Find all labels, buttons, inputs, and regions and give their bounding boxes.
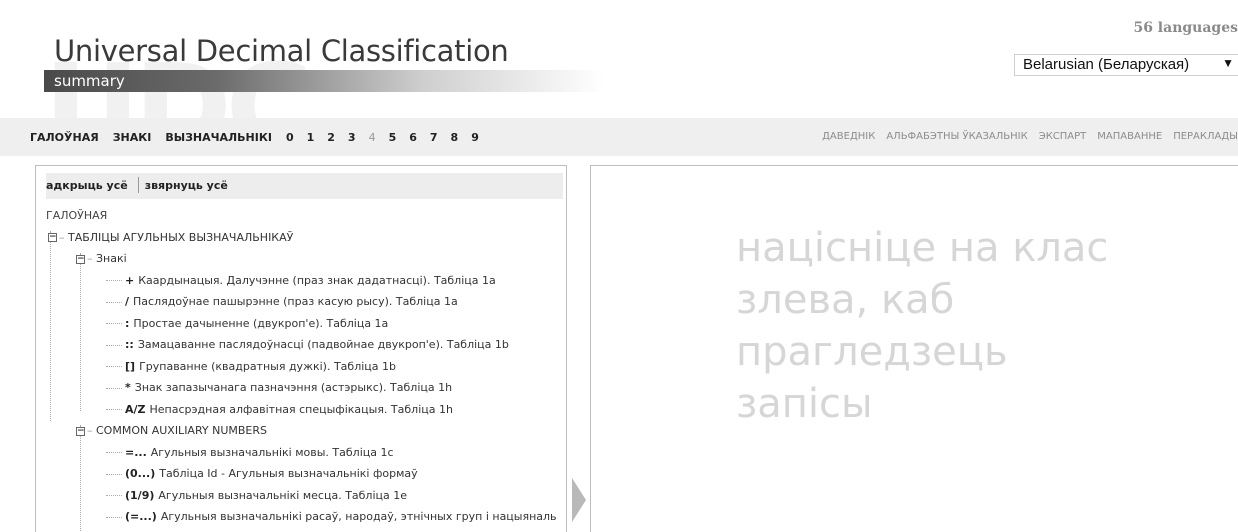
tree-leaf[interactable]: / Паслядоўнае пашырэнне (праз касую рысу)… [46, 291, 566, 313]
nav-item-6[interactable]: 3 [348, 131, 356, 144]
nav-item-8[interactable]: 5 [389, 131, 397, 144]
tree-leaf-label: Агульныя вызначальнікі мовы. Табліца 1c [150, 445, 394, 459]
nav-item-2[interactable]: ВЫЗНАЧАЛЬНІКІ [165, 131, 272, 144]
tree-leaf-label: Замацаванне паслядоўнасці (падвойнае дву… [137, 338, 509, 351]
main-nav: ГАЛОЎНАЯ ЗНАКІ ВЫЗНАЧАЛЬНІКІ 0 1 2 3 4 5 6 7 8 9 ДАВ… [0, 118, 1238, 156]
nav-item-12[interactable]: 9 [471, 131, 479, 144]
tree-node-signs[interactable]: − – Знакі [46, 248, 566, 270]
toolbar-divider [137, 176, 139, 193]
tree-leaf-symbol: (=...) [125, 510, 157, 523]
tree-leaf-symbol: / [125, 295, 130, 308]
page-subtitle: summary [54, 72, 125, 90]
tree-connector [106, 516, 122, 518]
nav-item-10[interactable]: 7 [430, 131, 438, 144]
collapse-icon[interactable]: − [76, 254, 85, 264]
tree-leaf[interactable]: [] Групаванне (квадратныя дужкі). Табліца… [46, 356, 566, 378]
tree-leaf-symbol: :: [125, 338, 134, 351]
nav-item-11[interactable]: 8 [451, 131, 459, 144]
tree-leaf-symbol: : [125, 316, 130, 330]
tree-connector [106, 366, 122, 367]
record-content-panel: націсніце на клас злева, каб прагледзець… [590, 165, 1238, 532]
language-select[interactable]: Belarusian (Беларуская) ▼ [1014, 54, 1238, 76]
tree-leaf-label: Групаванне (квадратныя дужкі). Табліца 1… [139, 359, 396, 373]
tree-connector [106, 473, 122, 475]
nav-left: ГАЛОЎНАЯ ЗНАКІ ВЫЗНАЧАЛЬНІКІ 0 1 2 3 4 5 6 7 8 9 [30, 131, 492, 144]
tree-leaf-symbol: * [125, 381, 131, 394]
header: UDC Universal Decimal Classification sum… [0, 0, 1238, 118]
tree-leaf[interactable]: (=...) Агульныя вызначальнікі расаў, наро… [46, 506, 566, 528]
classification-tree: ГАЛОЎНАЯ − – ТАБЛІЦЫ АГУЛЬНЫХ ВЫЗНАЧАЛЬНІ… [46, 205, 566, 532]
nav-link-2[interactable]: ЭКСПАРТ [1039, 131, 1087, 142]
nav-item-1[interactable]: ЗНАКІ [113, 131, 152, 144]
collapse-icon[interactable]: − [76, 426, 85, 436]
tree-leaf-symbol: A/Z [125, 402, 146, 416]
nav-link-0[interactable]: ДАВЕДНІК [822, 131, 875, 142]
tree-leaf-symbol: =... [125, 445, 147, 459]
tree-leaf[interactable]: A/Z Непасрэдная алфавітная спецыфікацыя. … [46, 399, 566, 421]
tree-leaf-symbol: + [125, 273, 135, 287]
collapse-icon[interactable]: − [48, 233, 57, 242]
dropdown-arrow-icon: ▼ [1222, 56, 1234, 70]
tree-node-label: COMMON AUXILIARY NUMBERS [96, 424, 268, 437]
expand-all-button[interactable]: адкрыць усё [46, 179, 134, 192]
languages-count: 56 languages [1133, 20, 1238, 36]
tree-leaf[interactable]: * Знак запазычанага пазначэння (астэрыкс)… [46, 377, 566, 399]
tree-node-auxiliary-tables[interactable]: − – ТАБЛІЦЫ АГУЛЬНЫХ ВЫЗНАЧАЛЬНІКАЎ [46, 227, 566, 249]
tree-connector: – [87, 424, 93, 437]
nav-item-0[interactable]: ГАЛОЎНАЯ [30, 131, 99, 144]
classification-tree-panel: адкрыць усё звярнуць усё ГАЛОЎНАЯ − – ТАБЛ… [35, 165, 567, 532]
tree-connector [106, 452, 122, 453]
tree-connector [106, 301, 122, 303]
tree-root[interactable]: ГАЛОЎНАЯ [46, 205, 566, 227]
nav-item-9[interactable]: 6 [409, 131, 417, 144]
tree-connector [106, 409, 122, 410]
tree-leaf-symbol: (0...) [125, 467, 156, 480]
collapse-all-button[interactable]: звярнуць усё [145, 179, 234, 192]
tree-connector [106, 323, 122, 324]
tree-connector: – [87, 252, 93, 265]
tree-leaf-label: Агульныя вызначальнікі расаў, народаў, э… [160, 510, 557, 523]
tree-leaf-label: Табліца Id - Агульныя вызначальнікі форм… [159, 467, 418, 480]
tree-leaf-label: Простае дачыненне (двукроп'е). Табліца 1… [133, 316, 389, 330]
tree-leaf-label: Агульныя вызначальнікі месца. Табліца 1e [158, 488, 408, 502]
tree-leaf[interactable]: + Каардынацыя. Далучэнне (праз знак дадат… [46, 270, 566, 292]
subtitle-bar: summary [44, 70, 604, 92]
tree-connector [106, 495, 122, 496]
nav-item-4[interactable]: 1 [307, 131, 315, 144]
content-hint: націсніце на клас злева, каб прагледзець… [736, 225, 1109, 427]
tree-leaf-label: Каардынацыя. Далучэнне (праз знак дадатн… [138, 273, 496, 287]
signs-list: + Каардынацыя. Далучэнне (праз знак дадат… [46, 270, 566, 421]
panel-arrow-icon [572, 478, 586, 522]
tree-node-label: ТАБЛІЦЫ АГУЛЬНЫХ ВЫЗНАЧАЛЬНІКАЎ [68, 230, 294, 244]
tree-leaf-label: Знак запазычанага пазначэння (астэрыкс).… [134, 381, 453, 394]
nav-link-1[interactable]: АЛЬФАБЭТНЫ ЎКАЗАЛЬНІК [886, 131, 1027, 142]
tree-leaf[interactable]: =... Агульныя вызначальнікі мовы. Табліца… [46, 442, 566, 464]
tree-leaf-symbol: [] [125, 359, 136, 373]
nav-right: ДАВЕДНІК АЛЬФАБЭТНЫ ЎКАЗАЛЬНІК ЭКСПАРТ МАПА… [811, 131, 1238, 142]
tree-node-label: Знакі [96, 252, 127, 265]
tree-leaf-symbol: (1/9) [125, 488, 155, 502]
tree-leaf[interactable]: :: Замацаванне паслядоўнасці (падвойнае д… [46, 334, 566, 356]
nav-item-7: 4 [368, 131, 376, 144]
nav-item-3[interactable]: 0 [286, 131, 294, 144]
auxiliaries-list: =... Агульныя вызначальнікі мовы. Табліца… [46, 442, 566, 528]
tree-toolbar: адкрыць усё звярнуць усё [46, 173, 563, 199]
tree-root-label: ГАЛОЎНАЯ [46, 209, 108, 222]
tree-connector [106, 280, 122, 281]
tree-connector [106, 344, 122, 346]
tree-connector [106, 387, 122, 389]
tree-node-common-auxiliary-numbers[interactable]: − – COMMON AUXILIARY NUMBERS [46, 420, 566, 442]
tree-leaf[interactable]: : Простае дачыненне (двукроп'е). Табліца … [46, 313, 566, 335]
tree-connector: – [59, 230, 65, 244]
page-title: Universal Decimal Classification [54, 34, 509, 68]
tree-leaf[interactable]: (0...) Табліца Id - Агульныя вызначальнік… [46, 463, 566, 485]
language-select-value: Belarusian (Беларуская) [1023, 56, 1190, 73]
tree-leaf[interactable]: (1/9) Агульныя вызначальнікі месца. Таблі… [46, 485, 566, 507]
nav-link-3[interactable]: МАПАВАННЕ [1097, 131, 1162, 142]
tree-leaf-label: Непасрэдная алфавітная спецыфікацыя. Таб… [149, 402, 453, 416]
tree-leaf-label: Паслядоўнае пашырэнне (праз касую рысу).… [133, 295, 458, 308]
nav-link-4[interactable]: ПЕРАКЛАДЫ [1173, 131, 1238, 142]
nav-item-5[interactable]: 2 [327, 131, 335, 144]
